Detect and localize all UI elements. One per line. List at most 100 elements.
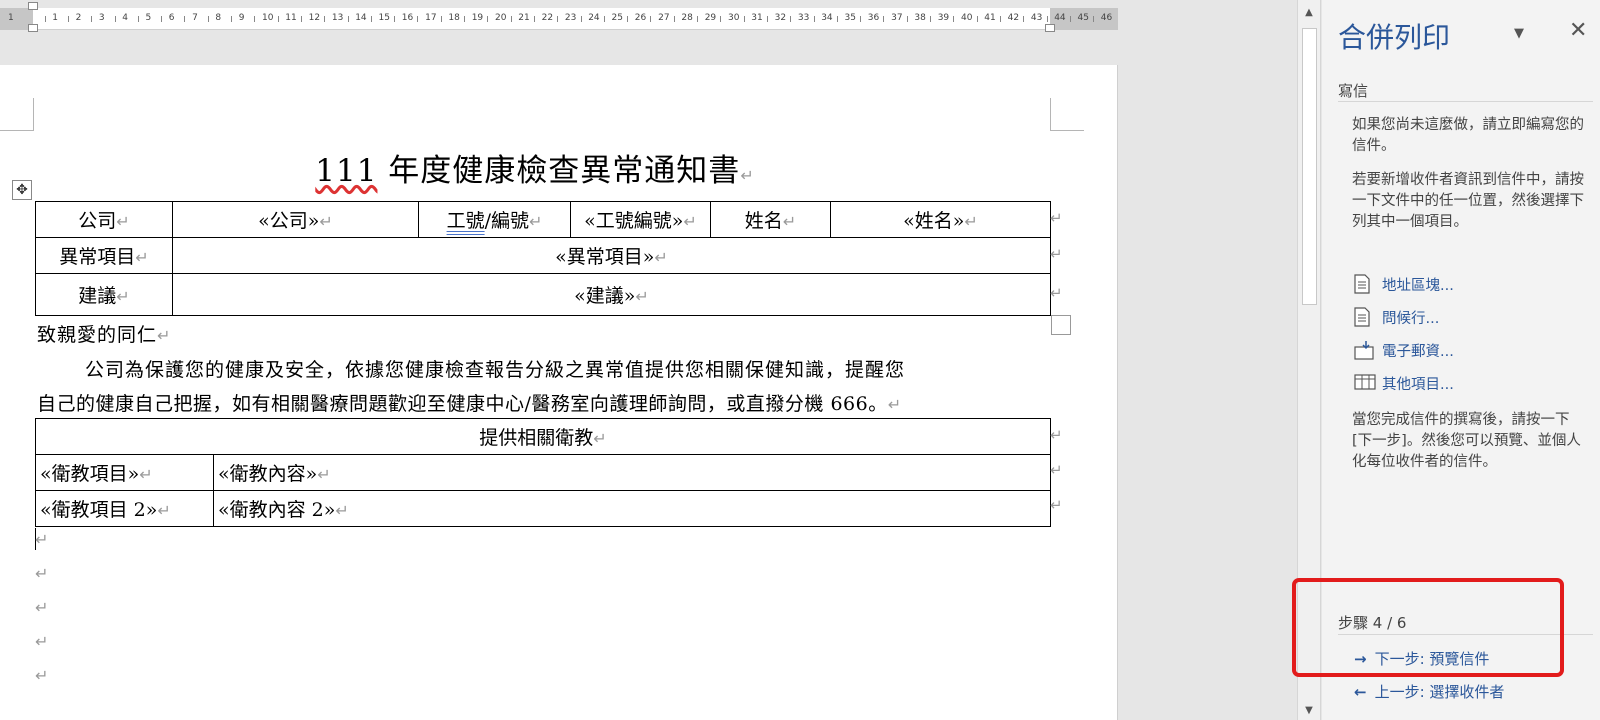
ruler-tick (137, 16, 139, 22)
ruler-number: 44 (1054, 13, 1066, 23)
document-icon (1354, 274, 1370, 294)
empty-paragraph: ↵ (35, 666, 49, 685)
ruler-number: 46 (1100, 13, 1113, 23)
row-end-mark: ↵ (1050, 426, 1063, 444)
table-row: 公司↵ «公司»↵ 工號/編號↵ «工號編號»↵ 姓名↵ «姓名»↵ (35, 201, 1051, 238)
ruler-number: 17 (425, 13, 437, 23)
cell-education-item[interactable]: «衛教項目»↵ (35, 454, 214, 491)
ruler-number: 27 (658, 13, 670, 23)
table-row: «衛教項目 2»↵ «衛教內容 2»↵ (35, 490, 1051, 527)
previous-step-link[interactable]: ← 上一步: 選擇收件者 (1354, 681, 1504, 702)
ruler-number: 35 (844, 13, 856, 23)
cell-name-field[interactable]: «姓名»↵ (830, 201, 1051, 238)
ruler-number: 39 (937, 13, 950, 23)
document-page[interactable]: 111 年度健康檢查異常通知書↵ ✥ 公司↵ «公司»↵ 工號/編號↵ «工號編… (0, 65, 1118, 720)
ruler-number: 1 (8, 13, 14, 23)
cell-id-field[interactable]: «工號編號»↵ (570, 201, 711, 238)
education-table[interactable]: 提供相關衛教↵ «衛教項目»↵ «衛教內容»↵ «衛教項目 2»↵ «衛教內容 … (35, 418, 1051, 527)
ruler-number: 1 (52, 13, 59, 23)
cell-education-content[interactable]: «衛教內容»↵ (213, 454, 1051, 491)
ruler-tick (813, 16, 815, 22)
cell-education-item[interactable]: «衛教項目 2»↵ (35, 490, 214, 527)
ruler-tick (999, 16, 1001, 22)
scrollbar-thumb[interactable] (1302, 28, 1317, 305)
ruler-number: 41 (984, 13, 996, 23)
ruler-number: 10 (262, 13, 274, 23)
ruler-number: 4 (122, 13, 128, 23)
ruler-tick (114, 16, 116, 22)
ruler-tick (766, 16, 768, 22)
body-line-2: 自己的健康自己把握，如有相關醫療問題歡迎至健康中心/醫務室向護理師詢問，或直撥分… (37, 393, 902, 415)
cell-company-field[interactable]: «公司»↵ (172, 201, 419, 238)
ruler-number: 37 (891, 13, 903, 23)
ruler-tick (790, 16, 792, 22)
ruler-tick (1093, 16, 1095, 22)
ruler-tick (91, 16, 93, 22)
cell-advice-field[interactable]: «建議»↵ (172, 273, 1051, 316)
divider (1338, 101, 1593, 102)
scroll-down-icon[interactable]: ▼ (1298, 700, 1320, 720)
cell-name-label[interactable]: 姓名↵ (710, 201, 831, 238)
right-indent-marker[interactable] (1045, 24, 1055, 32)
horizontal-ruler[interactable]: 1 1 2 3 4 5 6 7 8 9 10 11 12 13 14 15 16 17 18 19 20 21 22 23 24… (0, 2, 1118, 32)
cell-education-content[interactable]: «衛教內容 2»↵ (213, 490, 1051, 527)
ruler-number: 25 (611, 13, 623, 23)
ruler-tick (254, 16, 256, 22)
paragraph-mark: ↵ (740, 166, 755, 185)
cell-company-label[interactable]: 公司↵ (35, 201, 173, 238)
ruler-tick (510, 16, 512, 22)
crop-mark-left (0, 98, 34, 131)
ruler-tick (440, 16, 442, 22)
close-icon[interactable]: ✕ (1569, 18, 1587, 43)
pane-options-dropdown-icon[interactable]: ▼ (1514, 26, 1524, 41)
ruler-tick (697, 16, 699, 22)
greeting-line-link[interactable]: 問候行... (1354, 307, 1439, 328)
row-end-mark: ↵ (1050, 284, 1063, 302)
scroll-up-icon[interactable]: ▲ (1298, 2, 1320, 24)
ruler-tick (533, 16, 535, 22)
cell-abnormal-field[interactable]: «異常項目»↵ (172, 237, 1051, 274)
info-table[interactable]: 公司↵ «公司»↵ 工號/編號↵ «工號編號»↵ 姓名↵ «姓名»↵ 異常項目↵… (35, 201, 1051, 316)
instruction-text: 若要新增收件者資訊到信件中，請按一下文件中的任一位置，然後選擇下列其中一個項目。 (1352, 172, 1584, 230)
ruler-tick (673, 16, 675, 22)
ruler-number: 19 (471, 13, 484, 23)
ruler-number: 5 (145, 13, 152, 23)
more-items-link[interactable]: 其他項目... (1354, 373, 1454, 394)
table-resize-handle[interactable] (1051, 315, 1071, 335)
ruler-tick (277, 16, 279, 22)
ruler-tick (650, 16, 652, 22)
ruler-number: 7 (192, 13, 198, 23)
address-block-link[interactable]: 地址區塊... (1354, 274, 1454, 295)
ruler-number: 11 (285, 13, 297, 23)
cell-id-label[interactable]: 工號/編號↵ (418, 201, 571, 238)
ruler-number: 38 (914, 13, 926, 23)
cell-advice-label[interactable]: 建議↵ (35, 273, 173, 316)
document-title: 111 年度健康檢查異常通知書↵ (0, 145, 1070, 190)
empty-paragraph: ↵ (35, 530, 49, 549)
ruler-number: 23 (564, 13, 577, 23)
word-window: 1 1 2 3 4 5 6 7 8 9 10 11 12 13 14 15 16 17 18 19 20 21 22 23 24… (0, 0, 1600, 720)
empty-paragraph: ↵ (35, 564, 49, 583)
arrow-left-icon: ← (1354, 683, 1367, 701)
ruler-number: 40 (961, 13, 973, 23)
intro-text: 如果您尚未這麼做，請立即編寫您的信件。 (1352, 117, 1584, 154)
pane-title: 合併列印 (1338, 21, 1451, 54)
fields-icon (1354, 374, 1376, 390)
ruler-tick (860, 16, 862, 22)
ruler-number: 34 (821, 13, 833, 23)
ruler-tick (720, 16, 722, 22)
left-indent-marker[interactable] (28, 24, 38, 32)
empty-paragraph: ↵ (35, 598, 49, 617)
electronic-postage-link[interactable]: 電子郵資... (1354, 340, 1454, 361)
cell-education-header[interactable]: 提供相關衛教↵ (35, 418, 1051, 455)
table-move-handle-icon[interactable]: ✥ (12, 180, 32, 200)
table-row: 異常項目↵ «異常項目»↵ (35, 237, 1051, 274)
ruler-number: 32 (774, 13, 787, 23)
cell-abnormal-label[interactable]: 異常項目↵ (35, 237, 173, 274)
ruler-tick (487, 16, 489, 22)
ruler-number: 36 (867, 13, 880, 23)
ruler-number: 14 (355, 13, 367, 23)
document-icon (1354, 307, 1370, 327)
ruler-tick (1069, 16, 1071, 22)
first-line-indent-marker[interactable] (28, 2, 38, 10)
